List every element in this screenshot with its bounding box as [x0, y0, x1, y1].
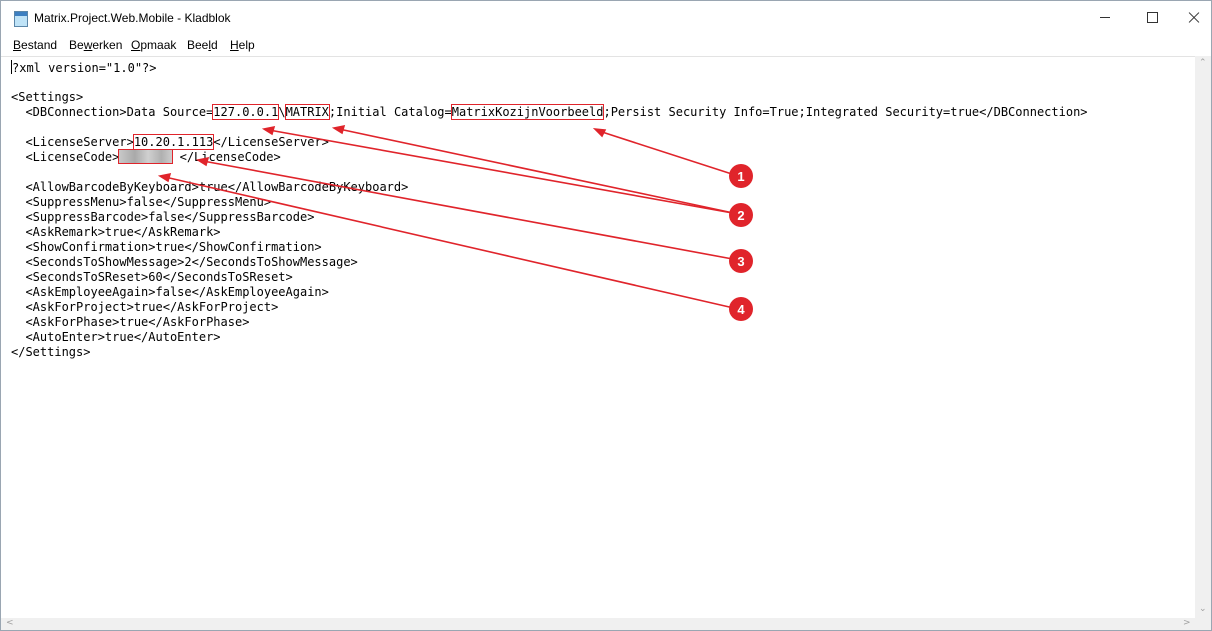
annotation-overlay: 1 2 3 4	[157, 124, 753, 321]
annotation-arrow-1	[598, 130, 739, 177]
annotation-arrow-4	[164, 176, 739, 310]
annotation-badge-4-label: 4	[737, 302, 745, 317]
annotation-badge-2-label: 2	[737, 208, 744, 223]
annotation-arrowhead-1	[592, 127, 607, 138]
notepad-window: Matrix.Project.Web.Mobile - Kladblok Bes…	[0, 0, 1212, 631]
annotation-arrow-2b	[338, 128, 739, 215]
annotation-arrowhead-4	[157, 172, 172, 183]
annotation-arrowhead-3	[195, 156, 210, 167]
annotation-arrow-3	[202, 160, 739, 261]
annotation-arrowhead-2b	[331, 124, 346, 135]
annotation-badge-3-label: 3	[737, 254, 744, 269]
annotation-arrow-2a	[268, 129, 739, 215]
annotation-badge-1-label: 1	[737, 169, 744, 184]
annotation-arrowhead-2a	[261, 125, 276, 136]
